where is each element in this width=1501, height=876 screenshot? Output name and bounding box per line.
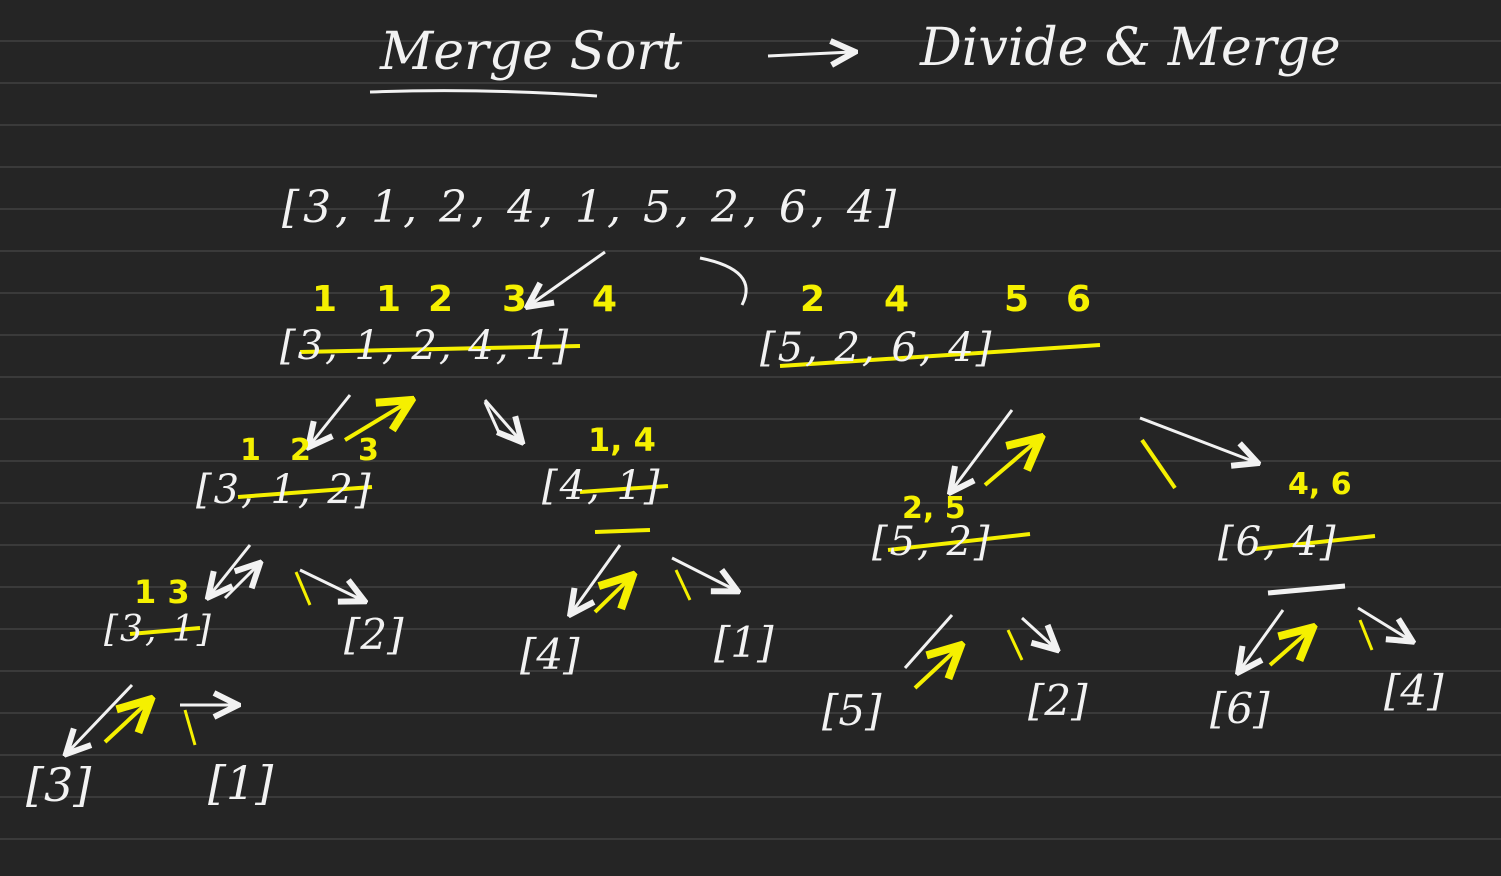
sorted-value: 5 [1004,279,1030,320]
subarray-level2-right-left: [5, 2] [872,519,992,565]
title-merge-sort: Merge Sort [380,22,683,82]
merge-arrow-icon [983,440,1038,487]
subarray-level2-left-left: [3, 1, 2] [196,467,373,513]
divide-arrow-icon [572,544,622,612]
sorted-value: 1 [240,433,261,468]
merge-arrow-icon [674,569,692,601]
title-divide-merge: Divide & Merge [920,18,1341,78]
sorted-value: 4 [884,279,910,320]
whiteboard: Merge Sort Divide & Merge [3, 1, 2, 4, 1… [0,0,1501,876]
subarray-level3-d: [1] [714,618,774,667]
subarray-level3-c: [4] [520,630,580,679]
subarray-level3-h: [4] [1384,666,1444,715]
merge-arrow-icon [1268,630,1310,667]
divide-arrow-icon [299,568,362,600]
underline [1267,583,1346,596]
title-underline [369,89,598,98]
divide-arrow-icon [952,409,1014,490]
merge-arrow-icon [1006,629,1024,661]
sorted-value: 4 [592,279,618,320]
subarray-level1-right: [5, 2, 6, 4] [760,325,994,371]
sorted-value: 2 [800,279,826,320]
title-arrow-icon [767,52,852,56]
sorted-value: 1 [376,279,402,320]
divide-arrow-icon [68,683,134,752]
merge-arrow-icon [294,571,312,606]
subarray-level2-left-right: [4, 1] [542,463,662,509]
divide-arrow-icon [1020,616,1055,648]
sorted-pair: 4, 6 [1288,467,1352,502]
sorted-value: 3 [358,433,379,468]
sorted-value: 2 [290,433,311,468]
merge-arrow-icon [593,578,630,614]
sorted-pair: 1 3 [134,573,190,611]
merge-arrow-icon [1140,438,1177,490]
divide-arrow-icon [483,399,520,440]
split-arrow-right-icon [699,256,748,306]
stroke-layer [0,0,1501,876]
subarray-level3-g: [6] [1210,684,1270,733]
sorted-value: 2 [428,279,454,320]
underline [594,528,651,534]
subarray-level4-a: [3] [26,758,92,812]
subarray-level1-left: [3, 1, 2, 4, 1] [280,323,571,369]
merge-arrow-icon [1358,619,1374,651]
subarray-level2-right-right: [6, 4] [1218,519,1338,565]
divide-arrow-icon [1139,416,1255,462]
input-array: [3, 1, 2, 4, 1, 5, 2, 6, 4] [282,182,901,233]
subarray-level3-f: [2] [1028,676,1088,725]
subarray-level3-e: [5] [822,686,882,735]
sorted-pair: 1, 4 [588,421,656,459]
sorted-value: 6 [1066,279,1092,320]
divide-arrow-icon [210,544,252,595]
subarray-level4-b: [1] [208,756,274,810]
sorted-value: 1 [312,279,338,320]
subarray-level3-b: [2] [344,610,404,659]
merge-arrow-icon [913,648,958,690]
subarray-level3-a: [3, 1] [104,609,213,650]
divide-arrow-icon [310,394,352,445]
merge-arrow-icon [183,709,197,746]
sorted-value: 3 [502,279,528,320]
